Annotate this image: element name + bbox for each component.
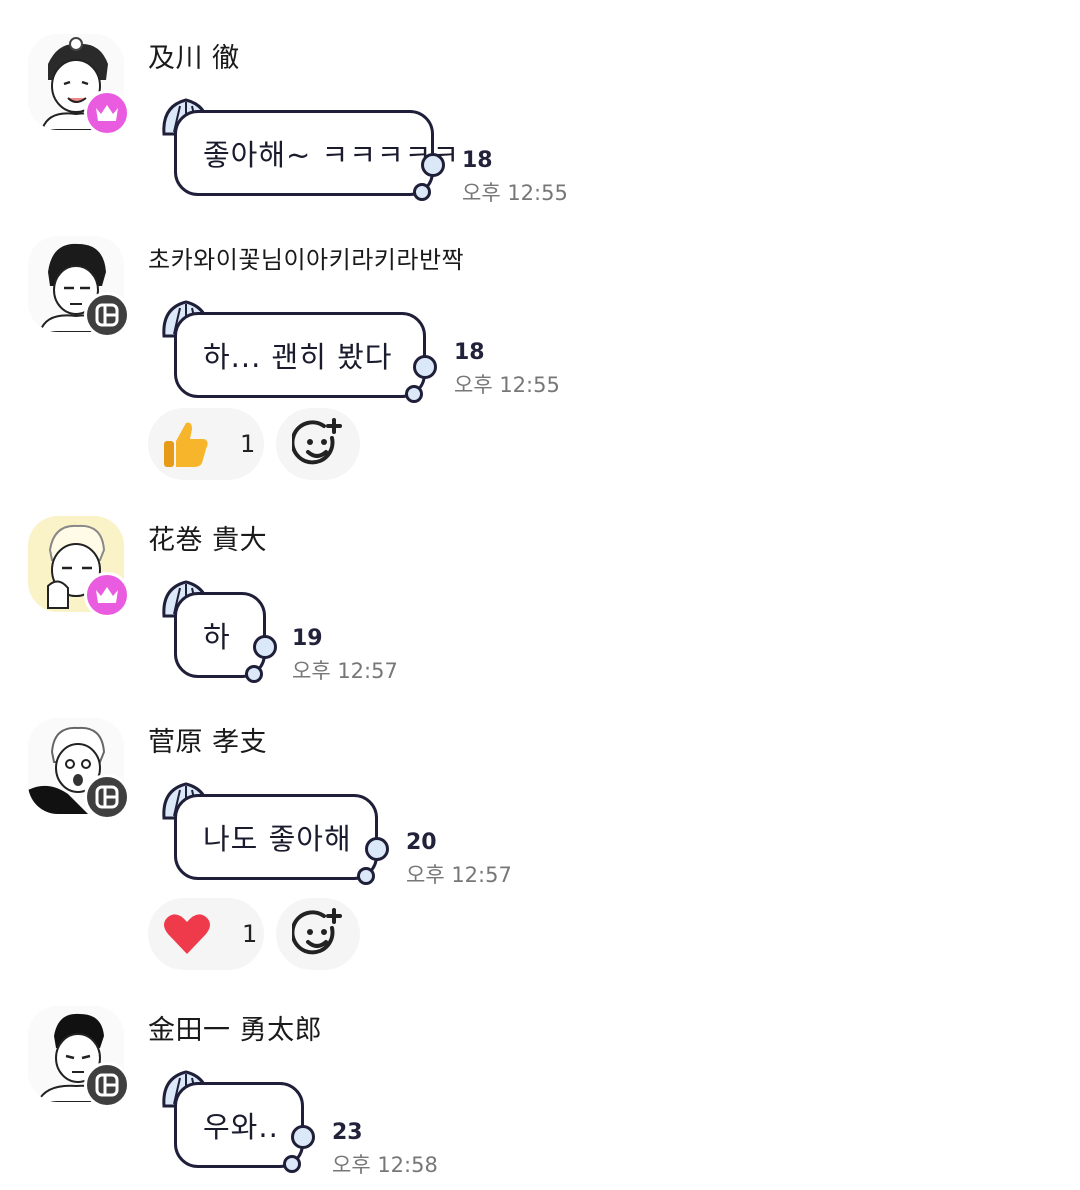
reaction-heart[interactable]: 1 <box>148 898 264 970</box>
bubble-dot <box>245 665 263 683</box>
crown-badge-icon <box>84 90 130 136</box>
message-text: 하 <box>203 620 231 654</box>
reaction-thumbs-up[interactable]: 1 <box>148 408 264 480</box>
sender-name[interactable]: 초카와이꽃님이아키라키라반짝 <box>148 240 464 275</box>
unread-count: 23 <box>332 1120 363 1145</box>
bubble-dot <box>365 837 389 861</box>
message-text: 우와.. <box>203 1110 279 1144</box>
message-bubble[interactable]: 우와.. <box>160 1068 315 1173</box>
message-time: 오후 12:55 <box>454 373 560 397</box>
message-text: 나도 좋아해 <box>203 822 352 856</box>
bubble-dot <box>291 1125 315 1149</box>
bubble-dot <box>421 153 445 177</box>
add-reaction-button[interactable] <box>276 898 360 970</box>
reaction-count: 1 <box>242 920 258 948</box>
unread-count: 18 <box>454 340 485 365</box>
message-bubble[interactable]: 나도 좋아해 <box>160 780 389 885</box>
sender-name[interactable]: 花巻 貴大 <box>148 518 267 557</box>
sender-name[interactable]: 菅原 孝支 <box>148 720 267 759</box>
crown-badge-icon <box>84 572 130 618</box>
bubble-dot <box>405 385 423 403</box>
message-bubble[interactable]: 하... 괜히 봤다 <box>160 298 437 403</box>
host-badge-icon <box>84 1062 130 1108</box>
message-bubble[interactable]: 하 <box>160 578 277 683</box>
bubble-dot <box>357 867 375 885</box>
message-time: 오후 12:57 <box>292 659 398 683</box>
message-text: 하... 괜히 봤다 <box>203 340 393 374</box>
unread-count: 18 <box>462 148 493 173</box>
add-emoji-icon <box>292 418 342 465</box>
bubble-dot <box>253 635 277 659</box>
host-badge-icon <box>84 774 130 820</box>
host-badge-icon <box>84 292 130 338</box>
bubble-dot <box>413 183 431 201</box>
message-time: 오후 12:58 <box>332 1153 438 1177</box>
unread-count: 19 <box>292 626 323 651</box>
add-emoji-icon <box>292 908 342 955</box>
thumbs-up-icon <box>164 422 208 467</box>
reaction-bar: 1 <box>148 408 360 480</box>
message-time: 오후 12:55 <box>462 181 568 205</box>
sender-name[interactable]: 及川 徹 <box>148 36 240 75</box>
reaction-count: 1 <box>240 430 256 458</box>
heart-icon <box>164 914 210 954</box>
reaction-bar: 1 <box>148 898 360 970</box>
bubble-dot <box>283 1155 301 1173</box>
add-reaction-button[interactable] <box>276 408 360 480</box>
sender-name[interactable]: 金田一 勇太郎 <box>148 1008 322 1047</box>
message-bubble[interactable]: 좋아해~ ㅋㅋㅋㅋㅋ <box>160 96 459 201</box>
unread-count: 20 <box>406 830 437 855</box>
bubble-dot <box>413 355 437 379</box>
message-time: 오후 12:57 <box>406 863 512 887</box>
